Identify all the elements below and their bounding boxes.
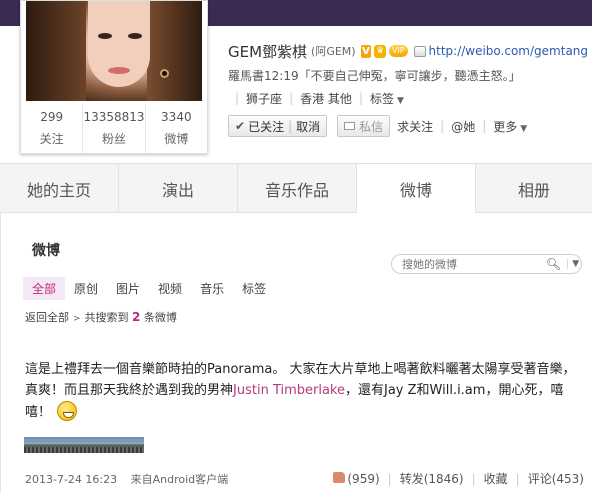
result-suffix: 条微博 bbox=[143, 311, 177, 324]
stat-following-label: 关注 bbox=[39, 132, 64, 146]
back-to-all-link[interactable]: 返回全部 bbox=[25, 311, 69, 324]
avatar-lips bbox=[108, 67, 130, 74]
avatar-earring bbox=[160, 69, 169, 78]
stat-weibo[interactable]: 3340 微博 bbox=[146, 105, 207, 153]
result-prefix: 共搜索到 bbox=[84, 311, 129, 324]
search-input[interactable] bbox=[402, 257, 542, 271]
tab-music[interactable]: 音乐作品 bbox=[238, 164, 357, 213]
follow-status-button[interactable]: ✔ 已关注 | 取消 bbox=[228, 115, 328, 137]
thumbnail-crowd bbox=[24, 447, 144, 453]
filter-tags[interactable]: 标签 bbox=[233, 277, 275, 300]
profile-name: GEM鄧紫棋 bbox=[228, 42, 308, 61]
post-actions: (959) | 转发(1846) | 收藏 | 评论(453) bbox=[333, 470, 584, 487]
profile-stats: 299 关注 13358813 粉丝 3340 微博 bbox=[21, 105, 207, 153]
ask-follow-link[interactable]: 求关注 bbox=[397, 118, 433, 135]
filter-videos[interactable]: 视频 bbox=[149, 277, 191, 300]
chevron-down-icon: ▼ bbox=[520, 123, 528, 134]
tag-zodiac[interactable]: 狮子座 bbox=[246, 90, 282, 107]
filter-images[interactable]: 图片 bbox=[107, 277, 149, 300]
favorite-button[interactable]: 收藏 bbox=[484, 470, 508, 487]
tab-shows[interactable]: 演出 bbox=[119, 164, 238, 213]
stat-fans-count: 13358813 bbox=[83, 110, 145, 124]
filter-all[interactable]: 全部 bbox=[23, 276, 66, 300]
avatar-eye-left bbox=[98, 33, 112, 39]
more-label: 更多 bbox=[493, 119, 518, 134]
tab-album[interactable]: 相册 bbox=[476, 164, 592, 213]
message-button[interactable]: 私信 bbox=[337, 115, 391, 137]
thumbs-up-icon bbox=[333, 471, 346, 483]
like-button[interactable]: (959) bbox=[333, 471, 380, 486]
chevron-down-icon[interactable]: ▼ bbox=[567, 259, 579, 269]
stat-fans[interactable]: 13358813 粉丝 bbox=[83, 105, 146, 153]
grin-emoji-icon bbox=[57, 401, 78, 421]
post-image-thumbnail[interactable] bbox=[24, 437, 144, 453]
post-meta: 2013-7-24 16:23 来自Android客户端 bbox=[25, 471, 228, 487]
link-icon bbox=[413, 45, 426, 57]
profile-tabs: 她的主页 演出 音乐作品 微博 相册 bbox=[0, 163, 592, 214]
search-icon[interactable]: 🔍︎ bbox=[546, 257, 561, 271]
like-count: (959) bbox=[347, 471, 380, 486]
avatar[interactable] bbox=[26, 1, 202, 101]
post-timestamp-link[interactable]: 2013-7-24 16:23 bbox=[25, 473, 117, 486]
profile-card: 299 关注 13358813 粉丝 3340 微博 bbox=[20, 0, 208, 154]
tag-divider: | bbox=[289, 91, 294, 105]
action-divider: | bbox=[387, 471, 392, 486]
avatar-hair-right bbox=[147, 1, 202, 101]
action-divider: | bbox=[440, 119, 445, 133]
message-label: 私信 bbox=[359, 119, 384, 134]
tag-divider: | bbox=[358, 91, 363, 105]
section-title: 微博 bbox=[32, 243, 60, 259]
tab-weibo[interactable]: 微博 bbox=[357, 164, 476, 214]
action-divider: | bbox=[471, 471, 476, 486]
profile-url-link[interactable]: http://weibo.com/gemtang bbox=[429, 44, 589, 58]
avatar-eye-right bbox=[128, 33, 142, 39]
tab-home[interactable]: 她的主页 bbox=[0, 164, 119, 213]
post-text: 這是上禮拜去一個音樂節時拍的Panorama。 大家在大片草地上喝著飲料曬著太陽… bbox=[25, 359, 587, 423]
tag-divider: | bbox=[235, 91, 240, 105]
more-dropdown[interactable]: 更多 ▼ bbox=[493, 118, 527, 135]
arrow-right-icon: > bbox=[73, 314, 81, 324]
vip-badge[interactable]: VIP bbox=[388, 45, 408, 57]
repost-button[interactable]: 转发(1846) bbox=[400, 470, 464, 487]
name-row: GEM鄧紫棋 (阿GEM) V ♛ VIP http://weibo.com/g… bbox=[228, 40, 588, 62]
avatar-face bbox=[88, 1, 150, 87]
profile-info: GEM鄧紫棋 (阿GEM) V ♛ VIP http://weibo.com/g… bbox=[228, 40, 588, 137]
stat-following[interactable]: 299 关注 bbox=[21, 105, 84, 153]
post-mention-link[interactable]: Justin Timberlake bbox=[233, 383, 345, 398]
tag-dropdown[interactable]: 标签 ▼ bbox=[370, 90, 404, 107]
unfollow-button[interactable]: 取消 bbox=[296, 118, 320, 135]
search-result-summary: 返回全部 > 共搜索到 2 条微博 bbox=[25, 309, 177, 325]
avatar-hair-left bbox=[26, 1, 86, 101]
member-crown-icon[interactable]: ♛ bbox=[374, 44, 386, 58]
tag-dropdown-label: 标签 bbox=[369, 91, 394, 106]
following-label: 已关注 bbox=[248, 119, 285, 134]
result-count: 2 bbox=[132, 310, 141, 324]
profile-tags: | 狮子座 | 香港 其他 | 标签 ▼ bbox=[228, 88, 588, 108]
envelope-icon bbox=[344, 122, 356, 130]
post-source: 来自Android客户端 bbox=[130, 473, 229, 486]
stat-fans-label: 粉丝 bbox=[101, 132, 126, 146]
profile-nickname: (阿GEM) bbox=[311, 45, 356, 58]
mention-link[interactable]: @她 bbox=[451, 118, 475, 135]
filter-original[interactable]: 原创 bbox=[65, 277, 107, 300]
stat-weibo-count: 3340 bbox=[161, 110, 192, 124]
action-divider: | bbox=[515, 471, 520, 486]
profile-actions: ✔ 已关注 | 取消 私信 求关注 | @她 | 更多 ▼ bbox=[228, 115, 588, 137]
button-divider: | bbox=[288, 119, 293, 133]
stat-weibo-label: 微博 bbox=[164, 132, 189, 146]
comment-button[interactable]: 评论(453) bbox=[528, 470, 584, 487]
verified-badge-icon[interactable]: V bbox=[360, 44, 372, 58]
weibo-content: 微博 🔍︎ ▼ 全部 原创 图片 视频 音乐 标签 返回全部 >共搜索到 2 条微… bbox=[0, 213, 592, 492]
check-icon: ✔ bbox=[235, 119, 246, 133]
filter-bar: 全部 原创 图片 视频 音乐 标签 bbox=[23, 276, 275, 300]
action-divider: | bbox=[482, 119, 487, 133]
filter-music[interactable]: 音乐 bbox=[191, 277, 233, 300]
tag-location[interactable]: 香港 其他 bbox=[300, 90, 352, 107]
stat-following-count: 299 bbox=[40, 110, 64, 124]
profile-status: 羅馬書12:19「不要自己伸冤，寧可讓步，聽憑主怒。」 bbox=[228, 69, 521, 83]
chevron-down-icon: ▼ bbox=[397, 95, 404, 106]
weibo-search: 🔍︎ ▼ bbox=[391, 254, 582, 274]
